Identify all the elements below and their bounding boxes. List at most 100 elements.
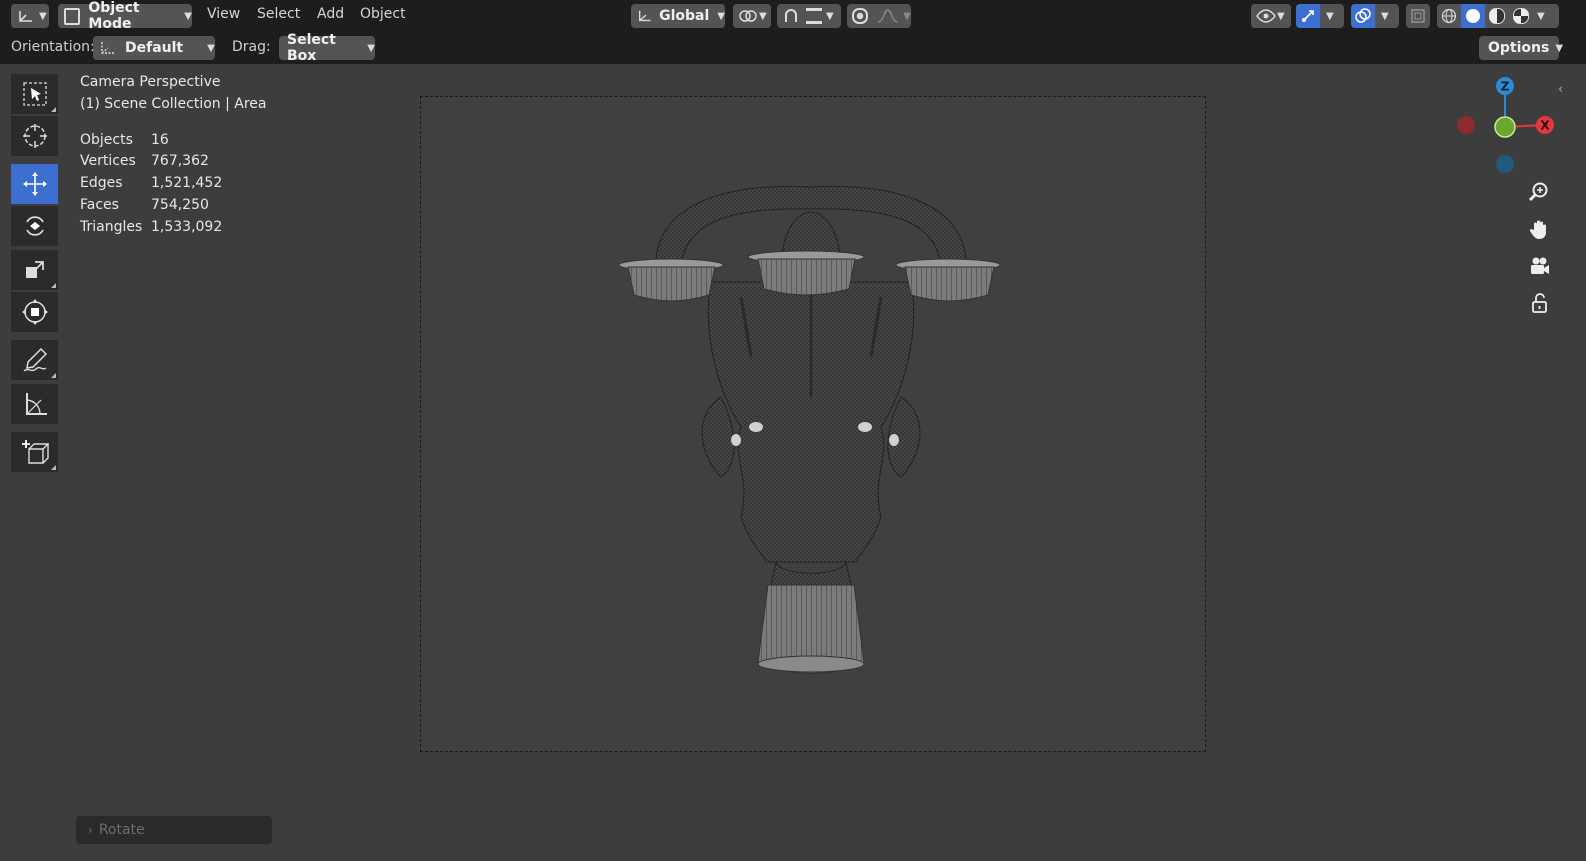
proportional-edit-icon xyxy=(852,8,868,24)
cursor-tool[interactable] xyxy=(11,116,58,156)
gizmo-x-label: X xyxy=(1540,119,1550,133)
rocket-engine-model[interactable] xyxy=(421,97,1207,753)
material-sphere-icon xyxy=(1489,8,1505,24)
wireframe-shading-button[interactable] xyxy=(1437,4,1461,28)
view-name: Camera Perspective xyxy=(80,74,221,90)
transform-orientation-selector[interactable]: Global ▼ xyxy=(631,4,725,28)
solid-shading-button[interactable] xyxy=(1461,4,1485,28)
cursor-tool-icon xyxy=(22,124,47,148)
rendered-shading-button[interactable] xyxy=(1509,4,1533,28)
snap-button[interactable]: ▼ xyxy=(777,4,841,28)
falloff-curve-icon xyxy=(877,9,898,23)
mode-label: Object Mode xyxy=(88,0,140,32)
unlock-icon xyxy=(1532,293,1547,313)
annotate-tool[interactable] xyxy=(11,340,58,380)
rotate-tool-icon xyxy=(25,216,44,236)
menu-object[interactable]: Object xyxy=(360,6,406,22)
gizmo-neg-x[interactable] xyxy=(1457,116,1475,134)
stat-value: 1,533,092 xyxy=(151,219,223,235)
last-operator-panel[interactable]: › Rotate xyxy=(76,816,272,844)
measure-tool-icon xyxy=(25,393,47,415)
mode-selector[interactable]: Object Mode ▼ xyxy=(58,0,192,32)
camera-view-button[interactable] xyxy=(1522,249,1556,283)
overlays-toggle[interactable]: ▼ xyxy=(1351,4,1399,28)
stat-label: Faces xyxy=(80,197,119,213)
engine-nozzle xyxy=(757,560,865,674)
injector-ring-center xyxy=(747,250,865,296)
move-tool-icon xyxy=(22,172,47,196)
last-operator-label: Rotate xyxy=(98,822,145,838)
add-cube-tool-icon xyxy=(21,440,49,464)
eye-icon xyxy=(1256,9,1276,23)
stat-label: Vertices xyxy=(80,153,136,169)
camera-icon xyxy=(1531,257,1549,274)
tool-settings-bar: Orientation: Default ▼ Drag: Select Box … xyxy=(0,32,1586,64)
orientation-axes-icon xyxy=(101,42,114,54)
add-cube-tool[interactable] xyxy=(11,432,58,472)
xray-toggle[interactable] xyxy=(1406,4,1430,28)
orientation-dropdown[interactable]: Default ▼ xyxy=(93,36,215,60)
drag-dropdown[interactable]: Select Box ▼ xyxy=(279,32,375,64)
header-bar: ▼ Object Mode ▼ View Select Add Object G… xyxy=(0,0,1586,33)
stat-label: Edges xyxy=(80,175,123,191)
overlays-icon xyxy=(1351,4,1375,28)
orientation-label: Orientation: xyxy=(11,39,95,55)
stat-value: 1,521,452 xyxy=(151,175,223,191)
pivot-icon xyxy=(739,10,757,22)
menu-view[interactable]: View xyxy=(207,6,240,22)
hand-icon xyxy=(1529,220,1546,239)
transform-tool[interactable] xyxy=(11,292,58,332)
shading-mode-group: ▼ xyxy=(1437,4,1559,28)
wireframe-sphere-icon xyxy=(1441,8,1457,24)
gizmo-icon xyxy=(1296,4,1320,28)
camera-frame xyxy=(420,96,1206,752)
axes-editor-icon xyxy=(19,11,32,22)
stat-value: 16 xyxy=(151,132,169,148)
injector-ring-right xyxy=(895,258,1001,302)
select-box-tool[interactable] xyxy=(11,74,58,114)
options-label: Options xyxy=(1488,40,1550,56)
annotate-tool-icon xyxy=(23,347,47,372)
chevron-right-icon: › xyxy=(88,823,93,837)
transform-tool-icon xyxy=(21,299,48,325)
select-box-tool-icon xyxy=(22,82,47,106)
snap-increment-icon xyxy=(806,8,822,24)
options-dropdown[interactable]: Options ▼ xyxy=(1479,36,1563,60)
visibility-button[interactable]: ▼ xyxy=(1251,4,1291,28)
orientation-axes-icon xyxy=(639,10,651,22)
gizmo-toggle[interactable]: ▼ xyxy=(1296,4,1344,28)
rotate-tool[interactable] xyxy=(11,206,58,246)
menu-add[interactable]: Add xyxy=(317,6,344,22)
scale-tool-icon xyxy=(25,261,44,278)
scale-tool[interactable] xyxy=(11,250,58,290)
stat-label: Objects xyxy=(80,132,133,148)
stat-value: 754,250 xyxy=(151,197,209,213)
stat-label: Triangles xyxy=(80,219,143,235)
drag-value: Select Box xyxy=(287,32,336,64)
xray-icon xyxy=(1411,9,1425,23)
proportional-edit-button[interactable]: ▼ xyxy=(847,4,911,28)
object-mode-icon xyxy=(64,7,81,25)
menu-select[interactable]: Select xyxy=(257,6,300,22)
collection-name: (1) Scene Collection | Area xyxy=(80,96,267,112)
measure-tool[interactable] xyxy=(11,384,58,424)
lock-camera-button[interactable] xyxy=(1522,286,1556,320)
gizmo-neg-z[interactable] xyxy=(1496,155,1514,173)
move-tool[interactable] xyxy=(11,164,58,204)
pivot-point-button[interactable]: ▼ xyxy=(733,4,771,28)
gizmo-y[interactable] xyxy=(1494,116,1516,138)
solid-sphere-icon xyxy=(1466,9,1480,23)
drag-label: Drag: xyxy=(232,39,271,55)
orientation-value: Default xyxy=(125,40,184,56)
orientation-label: Global xyxy=(659,8,710,24)
magnet-icon xyxy=(785,9,797,22)
navigation-gizmo[interactable]: Z X xyxy=(1450,72,1560,182)
pan-button[interactable] xyxy=(1522,212,1556,246)
gizmo-z-label: Z xyxy=(1501,80,1510,94)
zoom-button[interactable] xyxy=(1522,175,1556,209)
editor-type-button[interactable]: ▼ xyxy=(11,4,49,28)
stat-value: 767,362 xyxy=(151,153,209,169)
sidebar-toggle-icon[interactable]: ‹ xyxy=(1558,82,1563,97)
rendered-sphere-icon xyxy=(1513,8,1529,24)
material-shading-button[interactable] xyxy=(1485,4,1509,28)
